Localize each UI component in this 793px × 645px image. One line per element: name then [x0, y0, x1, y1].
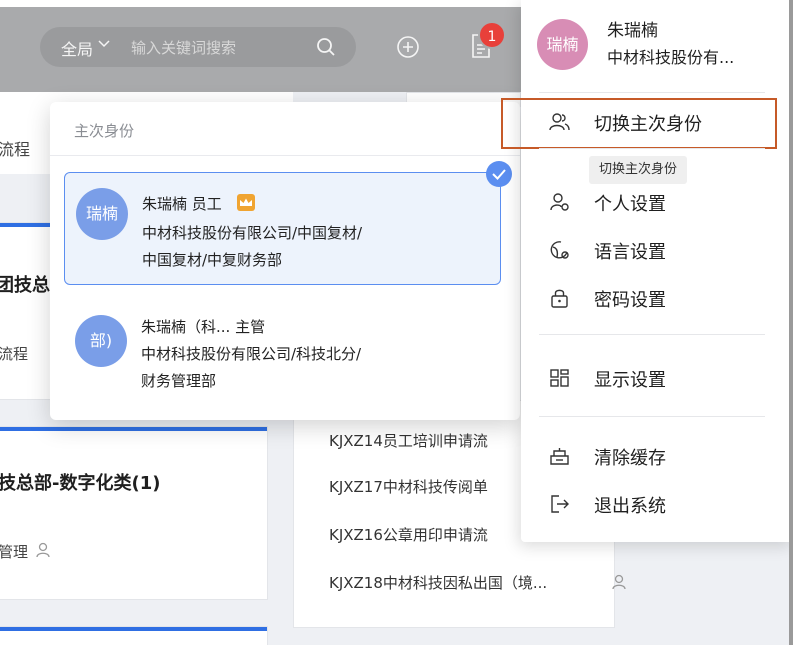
menu-item-label: 退出系统 [594, 496, 666, 517]
menu-item-password-settings[interactable]: 密码设置 [521, 278, 793, 318]
identity-name: 朱瑞楠（科... 主管 [141, 318, 266, 336]
menu-item-label: 个人设置 [594, 194, 666, 215]
user-icon [36, 541, 54, 563]
list-item[interactable]: KJXZ16公章用印申请流 [329, 524, 488, 545]
users-icon [549, 112, 571, 136]
lock-icon [549, 288, 571, 312]
menu-item-label: 密码设置 [594, 290, 666, 311]
card-accent-line [0, 627, 267, 631]
menu-item-logout[interactable]: 退出系统 [521, 484, 793, 524]
identity-name-text: 朱瑞楠 员工 [142, 195, 222, 213]
identity-org: 中材科技股份有限公司/中国复材/ [142, 224, 363, 242]
search-bar[interactable]: 全局 输入关键词搜索 [40, 27, 356, 67]
background-card[interactable] [0, 626, 268, 645]
menu-item-label: 显示设置 [594, 370, 666, 391]
menu-item-language-settings[interactable]: 语言设置 [521, 230, 793, 270]
identity-option-secondary[interactable]: 部) 朱瑞楠（科... 主管 中材科技股份有限公司/科技北分/ 财务管理部 [64, 300, 501, 410]
popup-title: 主次身份 [74, 122, 135, 140]
language-icon [549, 240, 571, 264]
logout-icon [549, 494, 571, 518]
card-title: 技总部-数字化类(1) [0, 473, 161, 494]
menu-item-personal-settings[interactable]: 个人设置 [521, 182, 793, 222]
tooltip: 切换主次身份 [589, 156, 688, 184]
card-accent-line [0, 427, 267, 431]
identity-org: 财务管理部 [141, 372, 217, 390]
menu-item-clear-cache[interactable]: 清除缓存 [521, 436, 793, 476]
window-frame-edge [789, 0, 793, 645]
user-settings-icon [549, 192, 571, 216]
menu-item-display-settings[interactable]: 显示设置 [521, 358, 793, 398]
list-item[interactable]: KJXZ18中材科技因私出国（境... [329, 572, 547, 593]
search-icon[interactable] [316, 37, 336, 61]
divider [539, 416, 765, 417]
avatar: 瑞楠 [537, 19, 588, 70]
user-org: 中材科技股份有... [607, 48, 735, 67]
background-card[interactable]: 技总部-数字化类(1) 管理 [0, 426, 268, 600]
user-name: 朱瑞楠 [607, 21, 658, 41]
list-item[interactable]: KJXZ14员工培训申请流 [329, 430, 488, 451]
identity-org: 中国复材/中复财务部 [142, 251, 283, 269]
avatar: 瑞楠 [76, 188, 128, 240]
user-icon [612, 573, 630, 595]
divider [539, 148, 765, 149]
chevron-down-icon[interactable] [97, 36, 111, 54]
crown-icon [236, 194, 255, 211]
search-input[interactable]: 输入关键词搜索 [131, 37, 236, 58]
identity-org: 中材科技股份有限公司/科技北分/ [141, 345, 362, 363]
add-circle-icon[interactable] [396, 35, 420, 63]
menu-item-label: 切换主次身份 [594, 114, 702, 135]
divider [539, 92, 765, 93]
divider [50, 155, 520, 156]
menu-item-switch-identity[interactable]: 切换主次身份 [501, 98, 793, 149]
search-scope-select[interactable]: 全局 [61, 36, 93, 60]
menu-item-label: 清除缓存 [594, 448, 666, 469]
divider [539, 334, 765, 335]
card-subtitle: 管理 [0, 543, 29, 561]
notification-badge: 1 [478, 21, 506, 49]
card-subtitle: 流程 [0, 345, 29, 363]
identity-option-primary[interactable]: 瑞楠 朱瑞楠 员工 中材科技股份有限公司/中国复材/ 中国复材/中复财务部 [64, 161, 512, 285]
avatar: 部) [75, 315, 127, 367]
background-text-fragment: 流程 [0, 140, 31, 159]
display-icon [549, 368, 571, 392]
menu-item-label: 语言设置 [594, 242, 666, 263]
check-icon [486, 161, 512, 187]
list-item[interactable]: KJXZ17中材科技传阅单 [329, 476, 488, 497]
user-menu-dropdown: 瑞楠 朱瑞楠 中材科技股份有... 切换主次身份 切换主次身份 个人设置 语言设… [501, 0, 793, 542]
clear-cache-icon [549, 446, 571, 470]
card-title: 团技总 [0, 275, 50, 296]
identity-name: 朱瑞楠 员工 [142, 193, 255, 214]
identity-switch-popup: 主次身份 瑞楠 朱瑞楠 员工 中材科技股份有限公司/中国复材/ 中国复材/中复财… [50, 102, 520, 420]
